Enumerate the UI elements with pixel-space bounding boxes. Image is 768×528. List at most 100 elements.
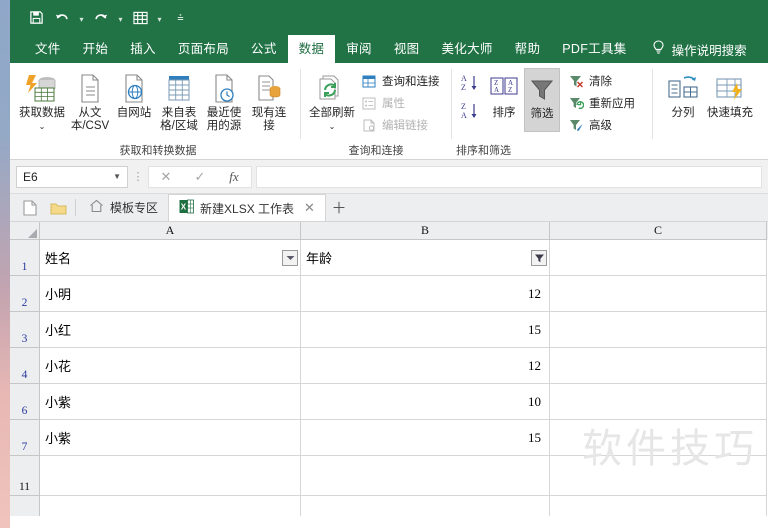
customize-qat-button[interactable]: ⩮ xyxy=(175,5,186,31)
insert-function-button[interactable]: fx xyxy=(217,167,251,187)
row-header-7[interactable]: 7 xyxy=(10,420,40,456)
existing-connections-button[interactable]: 现有连接 xyxy=(247,68,291,133)
cell-a6[interactable]: 小紫 xyxy=(40,384,301,420)
advanced-filter-button[interactable]: 高级 xyxy=(564,114,639,136)
cell-b2[interactable]: 12 xyxy=(301,276,550,312)
cell-b1[interactable]: 年龄 xyxy=(301,240,550,276)
filter-dropdown-icon[interactable] xyxy=(282,250,298,266)
formula-input[interactable] xyxy=(256,165,762,188)
column-header-c[interactable]: C xyxy=(550,222,767,240)
filter-funnel-icon xyxy=(529,72,555,108)
cell-c1[interactable] xyxy=(550,240,767,276)
from-table-range-button[interactable]: 来自表格/区域 xyxy=(156,68,202,133)
sort-filter-buttons: AZ ZA ZAAZ 排序 筛选 清除 重新应用 高级 xyxy=(452,63,652,143)
from-text-csv-button[interactable]: 从文本/CSV xyxy=(68,68,112,133)
print-preview-button[interactable] xyxy=(128,5,152,31)
cell-a2[interactable]: 小明 xyxy=(40,276,301,312)
print-preview-dropdown-caret[interactable]: ▾ xyxy=(154,5,165,31)
column-header-b[interactable]: B xyxy=(301,222,550,240)
plus-icon[interactable]: ＋ xyxy=(326,194,352,221)
queries-connections-button[interactable]: 查询和连接 xyxy=(357,70,444,92)
recent-sources-button[interactable]: 最近使用的源 xyxy=(202,68,246,133)
properties-button[interactable]: 属性 xyxy=(357,92,444,114)
tab-page-layout[interactable]: 页面布局 xyxy=(167,35,240,63)
cell-c6[interactable] xyxy=(550,384,767,420)
refresh-all-caret-icon[interactable]: ⌄ xyxy=(329,120,336,133)
undo-button[interactable] xyxy=(50,5,74,31)
tab-insert[interactable]: 插入 xyxy=(119,35,167,63)
advanced-filter-icon xyxy=(568,117,584,133)
row-header-12[interactable]: 12 xyxy=(10,496,40,516)
reapply-button[interactable]: 重新应用 xyxy=(564,92,639,114)
get-data-caret-icon[interactable]: ⌄ xyxy=(39,122,46,131)
cell-a12[interactable] xyxy=(40,496,301,516)
tab-view[interactable]: 视图 xyxy=(383,35,431,63)
clear-filter-button[interactable]: 清除 xyxy=(564,70,639,92)
tab-data[interactable]: 数据 xyxy=(287,35,336,63)
chevron-down-icon[interactable]: ▼ xyxy=(113,172,121,181)
data-tools-buttons: 分列 快速填充 xyxy=(653,63,763,143)
tell-me-search[interactable]: 操作说明搜索 xyxy=(638,35,747,63)
sort-ascending-button[interactable]: AZ xyxy=(458,72,484,94)
cancel-formula-button[interactable]: ✕ xyxy=(149,167,183,187)
cell-b11[interactable] xyxy=(301,456,550,496)
refresh-all-button[interactable]: 全部刷新 ⌄ xyxy=(307,68,357,133)
grid-cells: 姓名 年龄 小明 12 小红 15 小花 12 小紫 10 小紫 15 xyxy=(40,240,768,516)
cell-b12[interactable] xyxy=(301,496,550,516)
row-header-11[interactable]: 11 xyxy=(10,456,40,496)
row-header-4[interactable]: 4 xyxy=(10,348,40,384)
cell-c11[interactable] xyxy=(550,456,767,496)
cell-c3[interactable] xyxy=(550,312,767,348)
tab-formulas[interactable]: 公式 xyxy=(240,35,288,63)
tab-review[interactable]: 审阅 xyxy=(335,35,383,63)
folder-icon[interactable] xyxy=(44,194,72,221)
new-document-icon[interactable] xyxy=(16,194,44,221)
flash-fill-button[interactable]: 快速填充 xyxy=(705,68,755,120)
filter-applied-icon[interactable] xyxy=(531,250,547,266)
cell-a4[interactable]: 小花 xyxy=(40,348,301,384)
column-header-a[interactable]: A xyxy=(40,222,301,240)
cell-c4[interactable] xyxy=(550,348,767,384)
text-to-columns-button[interactable]: 分列 xyxy=(661,68,705,120)
redo-button[interactable] xyxy=(89,5,113,31)
tab-help[interactable]: 帮助 xyxy=(504,35,552,63)
tab-pdf-tools[interactable]: PDF工具集 xyxy=(551,35,637,63)
row-header-3[interactable]: 3 xyxy=(10,312,40,348)
tab-beautify[interactable]: 美化大师 xyxy=(430,35,503,63)
row-header-1[interactable]: 1 xyxy=(10,240,40,276)
cell-b7[interactable]: 15 xyxy=(301,420,550,456)
cell-c7[interactable] xyxy=(550,420,767,456)
redo-dropdown-caret[interactable]: ▾ xyxy=(115,5,126,31)
tab-file[interactable]: 文件 xyxy=(24,35,72,63)
select-all-corner[interactable] xyxy=(10,222,40,240)
undo-dropdown-caret[interactable]: ▾ xyxy=(76,5,87,31)
sort-dialog-button[interactable]: ZAAZ 排序 xyxy=(484,68,524,120)
filter-button[interactable]: 筛选 xyxy=(524,68,560,132)
cell-b3[interactable]: 15 xyxy=(301,312,550,348)
row-header-2[interactable]: 2 xyxy=(10,276,40,312)
formula-bar-handle[interactable]: ⋮ xyxy=(128,170,148,183)
cell-c12[interactable] xyxy=(550,496,767,516)
edit-links-button[interactable]: 编辑链接 xyxy=(357,114,444,136)
name-box[interactable]: E6 ▼ xyxy=(16,165,128,188)
cell-b4[interactable]: 12 xyxy=(301,348,550,384)
properties-icon xyxy=(361,95,377,111)
get-data-button[interactable]: 获取数据 ⌄ xyxy=(16,68,68,133)
confirm-formula-button[interactable]: ✓ xyxy=(183,167,217,187)
workbook-tab[interactable]: X 新建XLSX 工作表 ✕ xyxy=(168,194,326,221)
cell-a3[interactable]: 小红 xyxy=(40,312,301,348)
cell-b6[interactable]: 10 xyxy=(301,384,550,420)
from-web-button[interactable]: 自网站 xyxy=(112,68,156,120)
row-header-6[interactable]: 6 xyxy=(10,384,40,420)
save-button[interactable] xyxy=(24,5,48,31)
table-row: 小紫 10 xyxy=(40,384,768,420)
template-zone-tab[interactable]: 模板专区 xyxy=(79,194,168,221)
sort-descending-button[interactable]: ZA xyxy=(458,100,484,122)
edit-links-label: 编辑链接 xyxy=(382,120,428,132)
cell-a7[interactable]: 小紫 xyxy=(40,420,301,456)
close-icon[interactable]: ✕ xyxy=(304,200,315,216)
cell-c2[interactable] xyxy=(550,276,767,312)
cell-a1[interactable]: 姓名 xyxy=(40,240,301,276)
cell-a11[interactable] xyxy=(40,456,301,496)
tab-home[interactable]: 开始 xyxy=(72,35,120,63)
